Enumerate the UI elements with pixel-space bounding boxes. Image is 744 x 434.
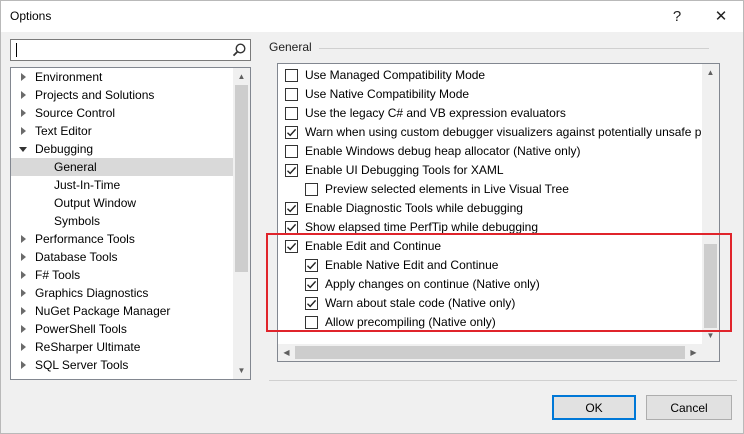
options-hscroll-thumb[interactable] bbox=[295, 346, 685, 359]
tree-item-label: NuGet Package Manager bbox=[35, 304, 171, 318]
tree-item-performance-tools[interactable]: Performance Tools bbox=[11, 230, 233, 248]
cancel-button[interactable]: Cancel bbox=[646, 395, 732, 420]
window-title: Options bbox=[10, 9, 52, 23]
title-bar: Options ? ✕ bbox=[1, 1, 743, 32]
tree-item-resharper-ultimate[interactable]: ReSharper Ultimate bbox=[11, 338, 233, 356]
scroll-left-arrow-icon[interactable]: ◀ bbox=[278, 344, 295, 361]
options-horizontal-scrollbar[interactable]: ◀ ▶ bbox=[278, 344, 702, 361]
collapsed-arrow-icon[interactable] bbox=[21, 361, 26, 369]
checkbox-unchecked[interactable] bbox=[285, 88, 298, 101]
checkbox-unchecked[interactable] bbox=[285, 107, 298, 120]
tree-item-label: Source Control bbox=[35, 106, 116, 120]
collapsed-arrow-icon[interactable] bbox=[21, 109, 26, 117]
tree-item-label: Graphics Diagnostics bbox=[35, 286, 149, 300]
tree-item-sql-server-tools[interactable]: SQL Server Tools bbox=[11, 356, 233, 374]
search-input[interactable] bbox=[10, 39, 251, 61]
tree-item-nuget-package-manager[interactable]: NuGet Package Manager bbox=[11, 302, 233, 320]
tree-item-label: Performance Tools bbox=[35, 232, 135, 246]
options-tree[interactable]: SQL Server Tools ReSharper Ultimate PowerS… bbox=[10, 67, 251, 380]
option-label: Preview selected elements in Live Visual… bbox=[325, 182, 569, 196]
tree-item-label: Projects and Solutions bbox=[35, 88, 155, 102]
tree-item-symbols[interactable]: Symbols bbox=[11, 212, 233, 230]
option-label: Enable Windows debug heap allocator (Nat… bbox=[305, 144, 581, 158]
tree-item-graphics-diagnostics[interactable]: Graphics Diagnostics bbox=[11, 284, 233, 302]
tree-item-source-control[interactable]: Source Control bbox=[11, 104, 233, 122]
checkmark-icon bbox=[287, 223, 297, 232]
tree-item-label: Environment bbox=[35, 70, 103, 84]
option-label: Enable UI Debugging Tools for XAML bbox=[305, 163, 504, 177]
option-label: Warn when using custom debugger visualiz… bbox=[305, 125, 713, 139]
collapsed-arrow-icon[interactable] bbox=[21, 127, 26, 135]
highlight-box bbox=[266, 233, 732, 332]
tree-item-output-window[interactable]: Output Window bbox=[11, 194, 233, 212]
tree-item-projects-and-solutions[interactable]: Projects and Solutions bbox=[11, 86, 233, 104]
collapsed-arrow-icon[interactable] bbox=[21, 343, 26, 351]
option-label: Enable Diagnostic Tools while debugging bbox=[305, 201, 523, 215]
checkmark-icon bbox=[287, 128, 297, 137]
tree-item-f-tools[interactable]: F# Tools bbox=[11, 266, 233, 284]
collapsed-arrow-icon[interactable] bbox=[21, 289, 26, 297]
tree-item-label: F# Tools bbox=[35, 268, 81, 282]
option-label: Use Managed Compatibility Mode bbox=[305, 68, 486, 82]
tree-item-label: Text Editor bbox=[35, 124, 92, 138]
collapsed-arrow-icon[interactable] bbox=[21, 253, 26, 261]
tree-item-debugging[interactable]: Debugging bbox=[11, 140, 233, 158]
collapsed-arrow-icon[interactable] bbox=[21, 235, 26, 243]
expanded-arrow-icon[interactable] bbox=[19, 147, 27, 152]
checkmark-icon bbox=[287, 204, 297, 213]
checkbox-unchecked[interactable] bbox=[285, 145, 298, 158]
checkmark-icon bbox=[287, 166, 297, 175]
checkbox-unchecked[interactable] bbox=[305, 183, 318, 196]
scroll-right-arrow-icon[interactable]: ▶ bbox=[685, 344, 702, 361]
tree-item-label: Output Window bbox=[54, 196, 137, 210]
checkbox-checked[interactable] bbox=[285, 202, 298, 215]
options-dialog: Options ? ✕ SQL Server Tools ReSharper Ul… bbox=[0, 0, 744, 434]
tree-item-label: Database Tools bbox=[35, 250, 118, 264]
tree-scroll-thumb[interactable] bbox=[235, 85, 248, 272]
ok-button[interactable]: OK bbox=[552, 395, 636, 420]
tree-item-powershell-tools[interactable]: PowerShell Tools bbox=[11, 320, 233, 338]
collapsed-arrow-icon[interactable] bbox=[21, 307, 26, 315]
search-icon[interactable] bbox=[230, 41, 248, 59]
group-divider bbox=[319, 48, 709, 49]
tree-item-text-editor[interactable]: Text Editor bbox=[11, 122, 233, 140]
checkbox-checked[interactable] bbox=[285, 164, 298, 177]
group-label-general: General bbox=[269, 40, 312, 54]
collapsed-arrow-icon[interactable] bbox=[21, 271, 26, 279]
tree-item-environment[interactable]: Environment bbox=[11, 68, 233, 86]
tree-item-label: General bbox=[54, 160, 97, 174]
collapsed-arrow-icon[interactable] bbox=[21, 325, 26, 333]
tree-item-database-tools[interactable]: Database Tools bbox=[11, 248, 233, 266]
tree-item-just-in-time[interactable]: Just-In-Time bbox=[11, 176, 233, 194]
tree-item-label: PowerShell Tools bbox=[35, 322, 127, 336]
scrollbar-corner bbox=[702, 344, 719, 361]
scroll-down-arrow-icon[interactable]: ▼ bbox=[233, 362, 250, 379]
tree-item-label: Symbols bbox=[54, 214, 101, 228]
help-button[interactable]: ? bbox=[663, 4, 691, 28]
option-label: Use Native Compatibility Mode bbox=[305, 87, 470, 101]
checkbox-unchecked[interactable] bbox=[285, 69, 298, 82]
tree-item-label: Just-In-Time bbox=[54, 178, 121, 192]
tree-item-label: Debugging bbox=[35, 142, 94, 156]
option-label: Use the legacy C# and VB expression eval… bbox=[305, 106, 566, 120]
checkbox-checked[interactable] bbox=[285, 126, 298, 139]
tree-item-label: SQL Server Tools bbox=[35, 358, 129, 372]
footer-divider bbox=[269, 380, 737, 381]
collapsed-arrow-icon[interactable] bbox=[21, 73, 26, 81]
collapsed-arrow-icon[interactable] bbox=[21, 91, 26, 99]
tree-scrollbar[interactable]: ▲ ▼ bbox=[233, 68, 250, 379]
close-button[interactable]: ✕ bbox=[707, 4, 735, 28]
tree-item-label: ReSharper Ultimate bbox=[35, 340, 141, 354]
scroll-up-arrow-icon[interactable]: ▲ bbox=[233, 68, 250, 85]
scroll-up-arrow-icon[interactable]: ▲ bbox=[702, 64, 719, 81]
tree-item-general[interactable]: General bbox=[11, 158, 233, 176]
text-caret bbox=[16, 43, 17, 57]
